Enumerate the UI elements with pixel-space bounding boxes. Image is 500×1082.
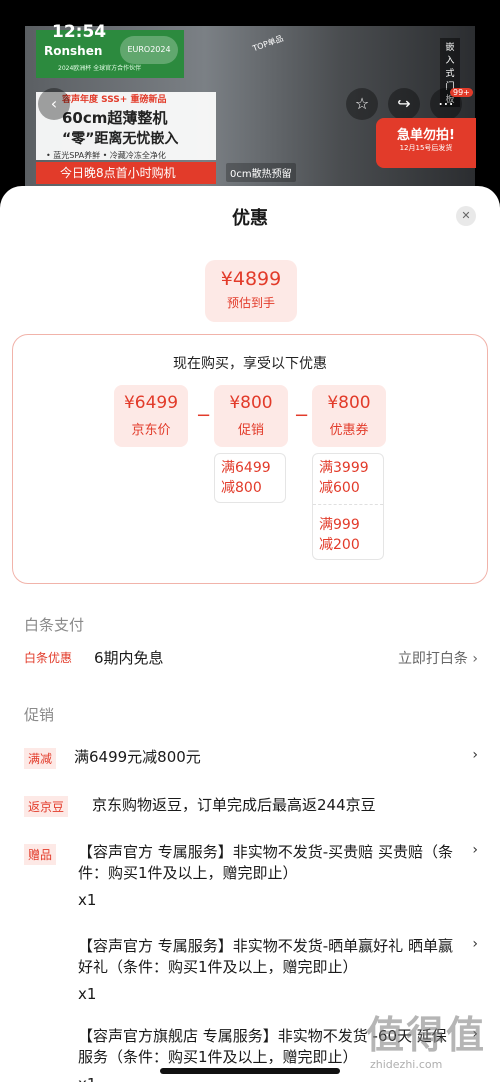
star-icon[interactable]: ☆ [346, 88, 378, 120]
jd-price-pill: ¥6499 京东价 [114, 385, 188, 447]
sheet-title: 优惠 [232, 208, 268, 229]
home-indicator[interactable] [160, 1068, 340, 1074]
promotion-label: 促销 [237, 423, 264, 438]
final-price-label: 预估到手 [226, 296, 275, 310]
ad-bottom-strip: 今日晚8点首小时购机 [36, 162, 216, 184]
gift-item[interactable]: 【容声官方 专属服务】非实物不发货-买贵赔 买贵赔（条件：购买1件及以上，赠完即… [78, 842, 458, 911]
brand-subtitle: 2024欧洲杯 全球官方合作伙伴 [58, 65, 142, 72]
baitiao-action[interactable]: 立即打白条 › [398, 648, 478, 668]
promo-title: 急单勿拍! [397, 128, 455, 143]
jd-price-label: 京东价 [131, 423, 171, 438]
ad-title: 60cm超薄整机 [62, 109, 168, 127]
full-reduction-tag: 满减 [24, 748, 57, 769]
promotion-detail-line1: 满6499 [221, 460, 271, 476]
gift-qty: x1 [78, 1074, 458, 1082]
ad-heat-label: 0cm散热预留 [226, 163, 296, 182]
promotion-value: ¥800 [229, 393, 273, 413]
gift-item[interactable]: 【容声官方 专属服务】非实物不发货-晒单赢好礼 晒单赢好礼（条件：购买1件及以上… [78, 936, 458, 1005]
coupon-details: 满3999 减600 满999 减200 [312, 453, 384, 560]
coupon-pill: ¥800 优惠券 [312, 385, 386, 447]
gift-text: 【容声官方 专属服务】非实物不发货-晒单赢好礼 晒单赢好礼（条件：购买1件及以上… [78, 937, 453, 976]
gift-qty: x1 [78, 891, 97, 909]
coupon-2-line2: 减200 [319, 537, 360, 553]
product-banner: 12:54 Ronshen EURO2024 2024欧洲杯 全球官方合作伙伴 … [0, 0, 500, 200]
gift-tag: 赠品 [24, 844, 57, 865]
ad-title-2: “零”距离无忧嵌入 [62, 131, 179, 147]
coupon-1-line1: 满3999 [319, 460, 369, 476]
promotion-detail-line2: 减800 [221, 480, 262, 496]
discount-sheet: 优惠 ✕ ¥4899 预估到手 现在购买，享受以下优惠 ¥6499 京东价 − … [0, 186, 500, 1082]
euro-badge: EURO2024 [120, 36, 178, 64]
brand-name: Ronshen [44, 44, 103, 58]
coupon-label: 优惠券 [329, 423, 369, 438]
breakdown-header: 现在购买，享受以下优惠 [173, 356, 327, 372]
baitiao-action-label: 立即打白条 [397, 651, 468, 667]
final-price-value: ¥4899 [220, 268, 282, 290]
close-icon[interactable]: ✕ [456, 206, 476, 226]
chevron-right-icon[interactable]: › [472, 936, 478, 952]
chevron-right-icon[interactable]: › [472, 747, 478, 763]
promo-sticker: 急单勿拍! 12月15号后发货 [376, 118, 476, 168]
gift-text: 【容声官方 专属服务】非实物不发货-买贵赔 买贵赔（条件：购买1件及以上，赠完即… [78, 843, 453, 882]
gift-qty: x1 [78, 985, 97, 1003]
coupon-divider [313, 504, 383, 505]
ad-features: • 蓝光SPA养鲜 • 冷藏冷冻全净化 [46, 151, 166, 160]
baitiao-tag: 白条优惠 [24, 651, 73, 665]
watermark: 值得值 [366, 1013, 487, 1057]
full-reduction-text[interactable]: 满6499元减800元 [74, 746, 201, 767]
watermark-url: zhidezhi.com [370, 1058, 443, 1071]
cart-badge: 99+ [450, 88, 473, 97]
coupon-2-line1: 满999 [319, 517, 360, 533]
chevron-right-icon: › [472, 651, 478, 667]
baitiao-text: 6期内免息 [94, 649, 164, 667]
coupon-value: ¥800 [327, 393, 371, 413]
share-icon[interactable]: ↪ [388, 88, 420, 120]
minus-sign: − [196, 405, 212, 426]
promotion-section-label: 促销 [24, 706, 55, 724]
promotion-detail: 满6499 减800 [214, 453, 286, 503]
chevron-right-icon[interactable]: › [472, 842, 478, 858]
minus-sign: − [294, 405, 310, 426]
baitiao-section-label: 白条支付 [24, 616, 85, 634]
final-price-card: ¥4899 预估到手 [205, 260, 297, 322]
promo-subtitle: 12月15号后发货 [399, 144, 453, 152]
price-breakdown: 现在购买，享受以下优惠 ¥6499 京东价 − ¥800 促销 − ¥800 优… [12, 334, 488, 584]
jd-price-value: ¥6499 [123, 393, 179, 413]
jingdou-text: 京东购物返豆，订单完成后最高返244京豆 [92, 796, 376, 814]
chevron-left-icon[interactable]: ‹ [38, 88, 70, 120]
coupon-1-line2: 减600 [319, 480, 360, 496]
promotion-pill: ¥800 促销 [214, 385, 288, 447]
ad-tag: 容声年度 SSS+ 重磅新品 [62, 95, 167, 105]
jingdou-tag: 返京豆 [24, 796, 69, 817]
status-time: 12:54 [52, 22, 107, 42]
